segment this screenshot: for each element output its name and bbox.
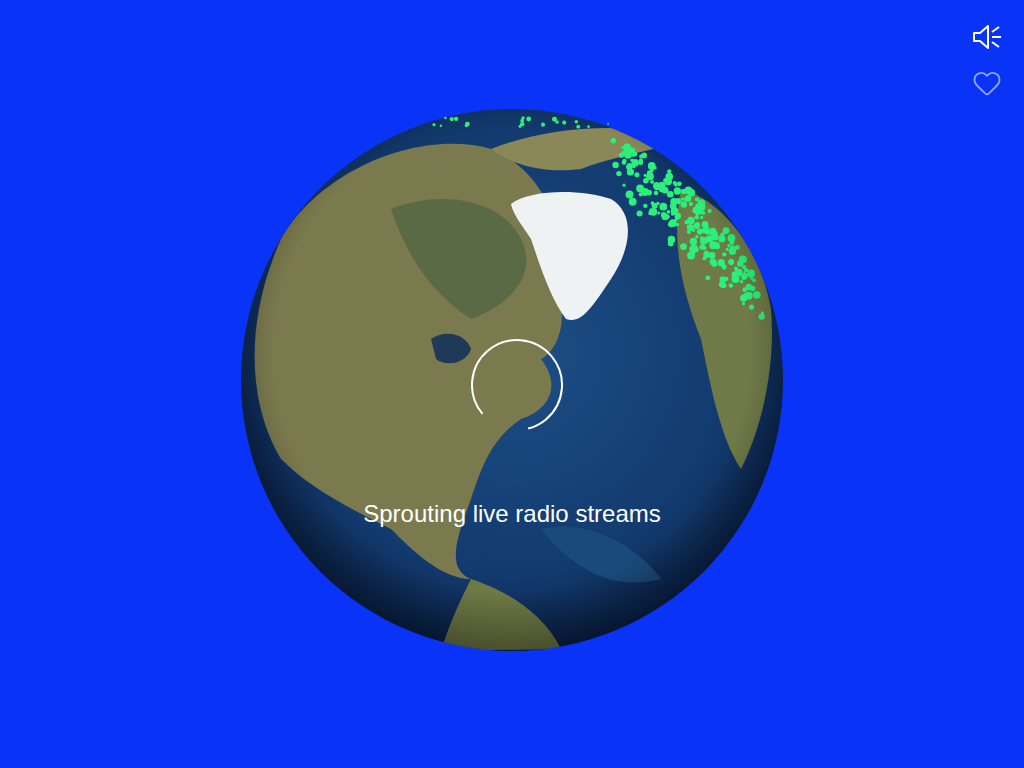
heart-icon [972, 68, 1002, 98]
loading-ring-icon [467, 335, 567, 435]
top-controls [970, 20, 1004, 100]
globe-map-icon [241, 109, 783, 651]
station-dot[interactable] [607, 123, 609, 125]
globe[interactable]: Sprouting live radio streams [241, 109, 783, 651]
favorite-button[interactable] [970, 66, 1004, 100]
status-text: Sprouting live radio streams [241, 499, 783, 529]
speaker-icon [971, 21, 1003, 53]
sound-button[interactable] [970, 20, 1004, 54]
app-screen: Sprouting live radio streams [0, 0, 1024, 768]
